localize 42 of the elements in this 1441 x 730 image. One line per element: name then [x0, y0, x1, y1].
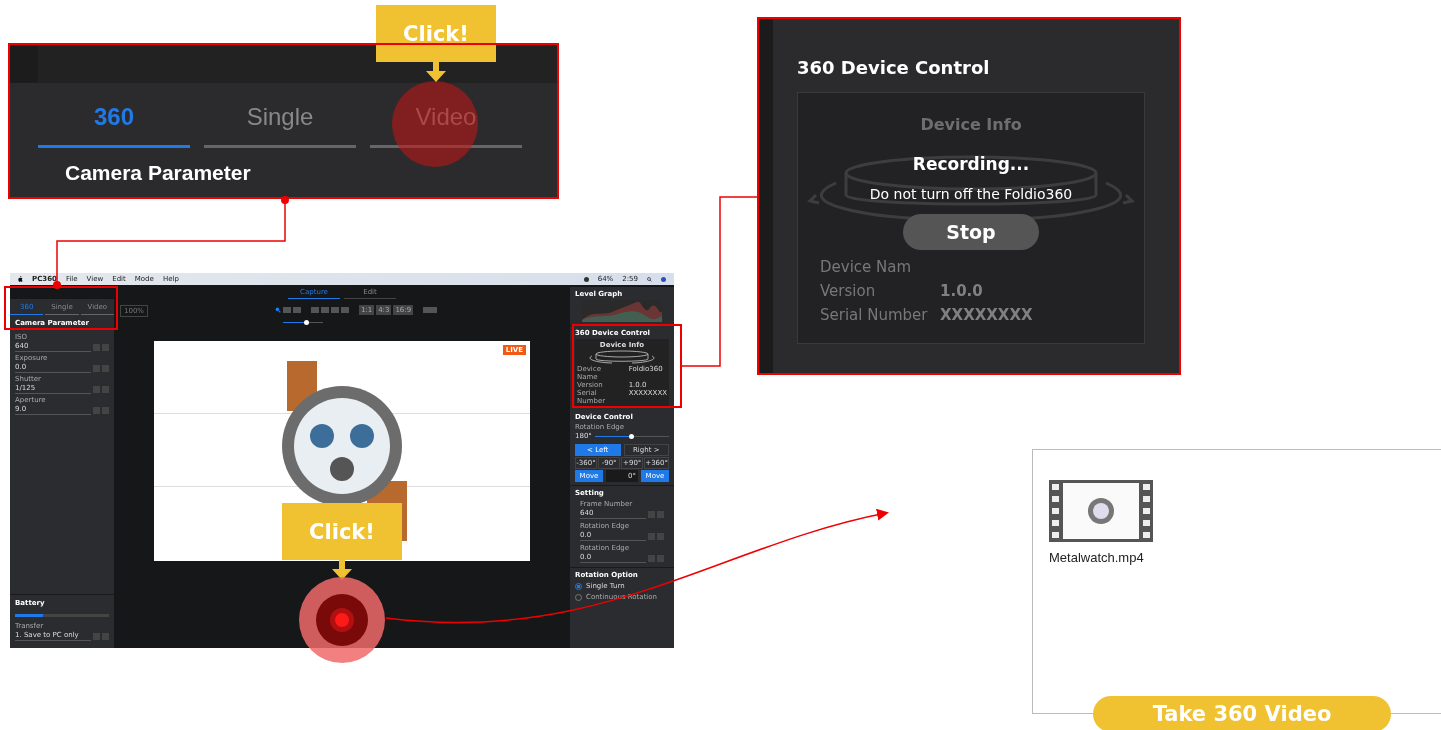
minus-button[interactable] [93, 364, 100, 372]
field-value: XXXXXXXX [940, 306, 1033, 324]
card-title: Device Info [920, 115, 1022, 134]
plus-button[interactable] [657, 532, 664, 540]
minus-button[interactable] [648, 532, 655, 540]
minus-button[interactable] [648, 554, 655, 562]
plus-button[interactable] [102, 364, 109, 372]
minus-button[interactable] [93, 406, 100, 414]
field-label: Serial Number [820, 306, 929, 324]
status-text: Recording... [912, 154, 1030, 174]
warning-text: Do not turn off the Foldio360 [869, 186, 1073, 202]
minus-button[interactable] [93, 385, 100, 393]
field-value: 1.0.0 [940, 282, 984, 300]
caption-banner: Take 360 Video [1093, 696, 1391, 730]
stop-button[interactable]: Stop [903, 214, 1039, 250]
turntable-icon [587, 350, 657, 364]
field-label: Version [820, 282, 877, 300]
plus-button[interactable] [102, 385, 109, 393]
mode-tab[interactable]: Single [204, 97, 356, 148]
arrow-icon [425, 60, 447, 82]
record-button[interactable] [298, 576, 386, 664]
callout-label: Click! [282, 503, 402, 560]
minus-button[interactable] [93, 632, 100, 640]
section-heading: 360 Device Control [797, 57, 991, 78]
plus-button[interactable] [657, 510, 664, 518]
callout-label: Click! [376, 5, 496, 62]
arrow-icon [331, 558, 353, 580]
file-name: Metalwatch.mp4 [1049, 550, 1145, 565]
plus-button[interactable] [102, 632, 109, 640]
search-icon[interactable] [647, 276, 652, 282]
apple-logo-icon [18, 276, 23, 282]
plus-button[interactable] [102, 406, 109, 414]
section-heading: Camera Parameter [64, 160, 252, 183]
radio-button[interactable] [575, 582, 582, 590]
plus-button[interactable] [657, 554, 664, 562]
minus-button[interactable] [648, 510, 655, 518]
video-file-icon [1049, 480, 1153, 542]
status-icon [583, 276, 589, 282]
zoom-icon[interactable] [274, 307, 281, 313]
field-label: Device Nam [820, 258, 913, 276]
minus-button[interactable] [93, 343, 100, 351]
plus-button[interactable] [102, 343, 109, 351]
